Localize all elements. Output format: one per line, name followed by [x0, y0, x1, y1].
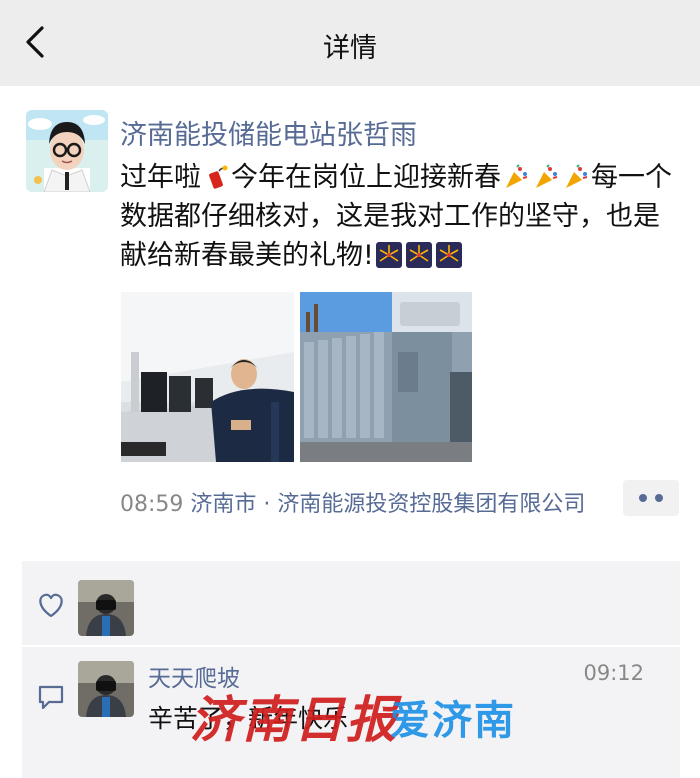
location-city: 济南市: [190, 492, 257, 517]
location-org: 济南能源投资控股集团有限公司: [277, 492, 586, 517]
commenter-name[interactable]: 天天爬坡: [148, 659, 240, 693]
likes-panel: [22, 561, 680, 645]
page-title: 详情: [323, 33, 377, 64]
post-text-part2: 今年在岗位上迎接新春: [231, 162, 501, 193]
author-avatar[interactable]: [26, 110, 108, 192]
more-dots-icon-dot: [655, 494, 663, 502]
post-text-part1: 过年啦: [120, 162, 201, 193]
location-separator: ·: [256, 492, 278, 517]
party-popper-icon: [533, 162, 559, 188]
party-popper-icon: [563, 162, 589, 188]
post-time: 08:59: [120, 492, 184, 517]
liker-avatar[interactable]: [78, 580, 134, 636]
transformer-station-photo[interactable]: [300, 292, 472, 462]
more-dots-icon: [639, 494, 647, 502]
comment-time: 09:12: [583, 661, 644, 685]
post-body: 过年啦 今年在岗位上迎接新春 每一个数据都仔细核对，这是我对工作的坚守，也是献给新春…: [120, 158, 680, 275]
commenter-avatar[interactable]: [78, 661, 134, 717]
heart-icon: [39, 593, 63, 618]
post-author-name[interactable]: 济南能投储能电站张哲雨: [120, 113, 417, 152]
control-room-photo[interactable]: [121, 292, 294, 462]
party-popper-icon: [503, 162, 529, 188]
post-meta: 08:59 济南市 · 济南能源投资控股集团有限公司: [120, 486, 625, 518]
post-location[interactable]: 济南市 · 济南能源投资控股集团有限公司: [190, 492, 585, 517]
more-actions-button[interactable]: [623, 480, 679, 516]
firecracker-icon: [203, 162, 229, 189]
comment-text: 辛苦了，新年快乐: [148, 704, 349, 733]
fireworks-icon: [405, 240, 432, 268]
comment-icon: [38, 685, 64, 710]
fireworks-icon: [375, 240, 402, 268]
fireworks-icon: [435, 240, 462, 268]
top-navigation-bar: 详情: [0, 0, 700, 86]
comments-panel: 天天爬坡 09:12 辛苦了，新年快乐: [22, 647, 680, 778]
